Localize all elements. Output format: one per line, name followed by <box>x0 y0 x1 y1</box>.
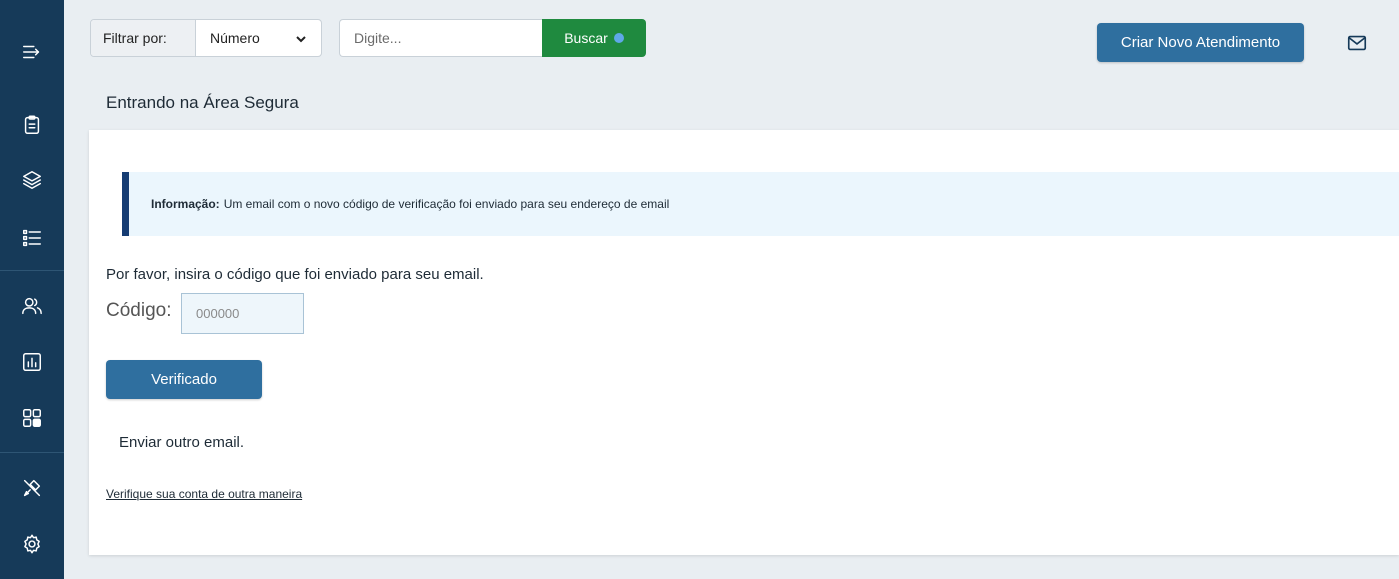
resend-email-text[interactable]: Enviar outro email. <box>119 434 244 451</box>
filter-select-value: Número <box>210 30 260 46</box>
code-input[interactable] <box>181 293 304 334</box>
top-toolbar: Filtrar por: Número Buscar Criar Novo At… <box>64 10 1399 72</box>
alert-message: Um email com o novo código de verificaçã… <box>223 197 670 211</box>
clipboard-icon[interactable] <box>0 105 64 145</box>
sidebar-divider <box>0 452 64 453</box>
code-label: Código: <box>106 300 172 321</box>
instruction-text: Por favor, insira o código que foi envia… <box>106 266 484 283</box>
checklist-icon[interactable] <box>0 218 64 258</box>
filter-label: Filtrar por: <box>91 20 196 56</box>
sidebar <box>0 0 64 579</box>
alternate-verification-link[interactable]: Verifique sua conta de outra maneira <box>106 487 302 501</box>
page-title: Entrando na Área Segura <box>106 93 299 112</box>
alert-label: Informação: <box>151 197 220 211</box>
search-button[interactable]: Buscar <box>542 19 646 57</box>
users-icon[interactable] <box>0 286 64 326</box>
verify-button[interactable]: Verificado <box>106 360 262 399</box>
search-button-label: Buscar <box>564 30 608 46</box>
gear-icon[interactable] <box>0 524 64 564</box>
chart-icon[interactable] <box>0 342 64 382</box>
sidebar-divider <box>0 270 64 271</box>
layers-icon[interactable] <box>0 160 64 200</box>
create-ticket-button[interactable]: Criar Novo Atendimento <box>1097 23 1304 62</box>
filter-group: Filtrar por: Número <box>90 19 322 57</box>
apps-icon[interactable] <box>0 398 64 438</box>
menu-arrow-icon[interactable] <box>0 32 64 72</box>
chevron-down-icon <box>295 32 307 44</box>
mail-icon[interactable] <box>1346 32 1368 54</box>
search-icon <box>613 33 624 43</box>
filter-select[interactable]: Número <box>196 20 321 56</box>
info-alert: Informação: Um email com o novo código d… <box>122 172 1399 236</box>
search-input[interactable] <box>339 19 543 57</box>
tools-icon[interactable] <box>0 468 64 508</box>
